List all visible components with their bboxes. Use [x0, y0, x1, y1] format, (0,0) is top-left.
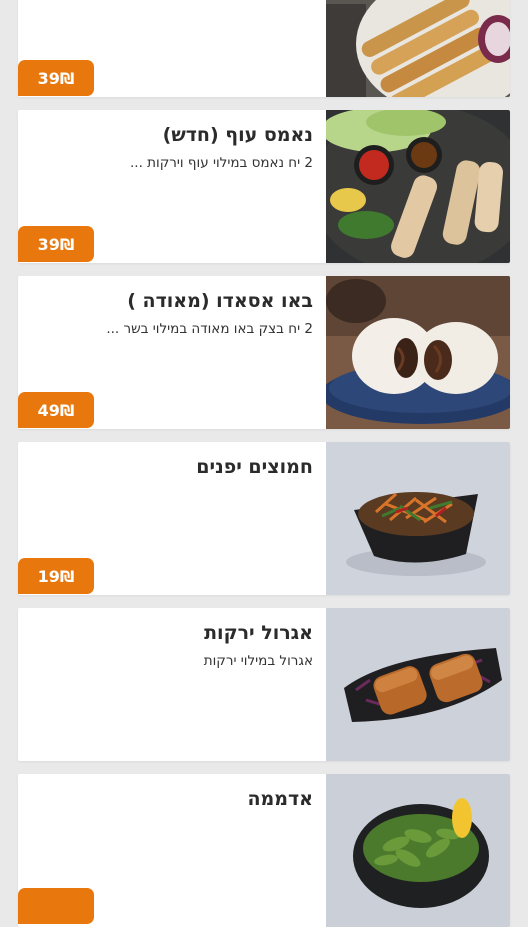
chicken-nems-platter-photo	[326, 110, 510, 263]
menu-item-card[interactable]: באו אסאדו (מאודה ) 2 יח בצק באו מאודה במ…	[18, 276, 510, 429]
price-badge: 19₪	[18, 558, 94, 594]
menu-item-image[interactable]	[326, 608, 510, 761]
menu-item-title: אגרול ירקות	[204, 622, 313, 644]
menu-item-image[interactable]	[326, 276, 510, 429]
menu-item-card[interactable]: חמוצים יפנים 19₪	[18, 442, 510, 595]
vegetable-egg-rolls-photo	[326, 608, 510, 761]
menu-item-description: 2 יח בצק באו מאודה במילוי בשר ...	[106, 321, 313, 337]
menu-item-description: אגרול במילוי ירקות	[203, 653, 313, 669]
menu-item-title: חמוצים יפנים	[196, 456, 313, 478]
menu-item-title: נאמס עוף (חדש)	[162, 124, 313, 146]
japanese-pickles-bowl-photo	[326, 442, 510, 595]
menu-item-image[interactable]	[326, 110, 510, 263]
price-badge: 39₪	[18, 60, 94, 96]
menu-item-image[interactable]	[326, 0, 510, 97]
price-badge: 39₪	[18, 226, 94, 262]
menu-list: 39₪ נאמס עוף (חדש) 2 יח נאמס במילוי עוף …	[18, 0, 510, 927]
menu-item-description: 2 יח נאמס במילוי עוף וירקות ...	[130, 155, 313, 171]
menu-item-card[interactable]: 39₪	[18, 0, 510, 97]
spring-rolls-plate-photo	[326, 0, 510, 97]
menu-item-title: באו אסאדו (מאודה )	[127, 290, 313, 312]
menu-item-card[interactable]: נאמס עוף (חדש) 2 יח נאמס במילוי עוף וירק…	[18, 110, 510, 263]
price-badge: 49₪	[18, 392, 94, 428]
steamed-bao-buns-photo	[326, 276, 510, 429]
menu-item-image[interactable]	[326, 774, 510, 927]
menu-item-title: אדממה	[247, 788, 313, 810]
menu-item-card[interactable]: אדממה	[18, 774, 510, 927]
price-badge	[18, 888, 94, 924]
edamame-bowl-photo	[326, 774, 510, 927]
menu-item-image[interactable]	[326, 442, 510, 595]
menu-item-card[interactable]: אגרול ירקות אגרול במילוי ירקות	[18, 608, 510, 761]
